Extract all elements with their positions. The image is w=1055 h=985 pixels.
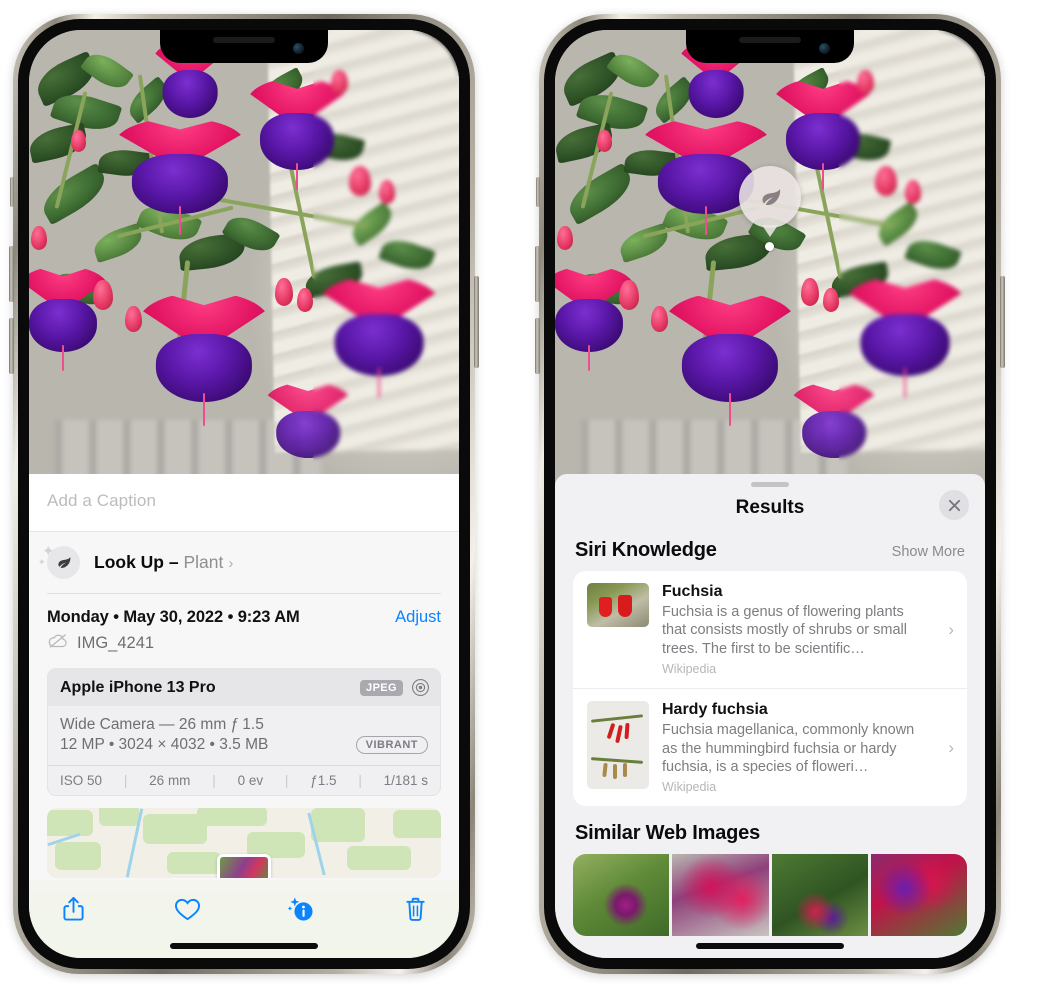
- list-item[interactable]: Fuchsia Fuchsia is a genus of flowering …: [573, 571, 967, 688]
- resolution-info: 12 MP • 3024 × 4032 • 3.5 MB: [60, 736, 269, 753]
- silent-switch[interactable]: [10, 177, 14, 207]
- earpiece-speaker: [213, 37, 275, 43]
- right-phone-bezel: Results Siri Knowledge Show More Fuchsia…: [544, 19, 996, 969]
- chevron-right-icon: ›: [948, 737, 954, 757]
- location-map-card[interactable]: [47, 808, 441, 878]
- front-camera-icon: [293, 43, 304, 54]
- knowledge-title: Hardy fuchsia: [662, 701, 768, 719]
- stat-separator: |: [284, 773, 289, 788]
- left-phone-screen: Add a Caption ✦ ✦ Look Up – Plant › Mond…: [29, 30, 459, 958]
- leaf-icon: [762, 189, 781, 206]
- exif-card: Apple iPhone 13 Pro JPEG Wide Camera — 2…: [47, 668, 441, 796]
- notch: [160, 30, 328, 63]
- close-icon[interactable]: [939, 490, 969, 520]
- capture-date-row: Monday • May 30, 2022 • 9:23 AM Adjust: [29, 594, 459, 627]
- siri-knowledge-header: Siri Knowledge Show More: [555, 531, 985, 571]
- sparkle-small-icon: ✦: [38, 557, 46, 567]
- file-row: IMG_4241: [29, 627, 459, 666]
- home-indicator[interactable]: [170, 943, 318, 949]
- share-icon[interactable]: [59, 894, 87, 924]
- volume-down-button[interactable]: [9, 318, 14, 374]
- exif-body: Wide Camera — 26 mm ƒ 1.5 12 MP • 3024 ×…: [48, 706, 440, 765]
- power-button[interactable]: [474, 276, 479, 368]
- exif-stats-row: ISO 50 | 26 mm | 0 ev | ƒ1.5 | 1/181 s: [48, 765, 440, 795]
- trash-icon[interactable]: [401, 894, 429, 924]
- volume-up-button[interactable]: [535, 246, 540, 302]
- map-photo-marker: [217, 854, 271, 878]
- adjust-button[interactable]: Adjust: [395, 608, 441, 627]
- right-phone-screen: Results Siri Knowledge Show More Fuchsia…: [555, 30, 985, 958]
- knowledge-description: Fuchsia magellanica, commonly known as t…: [662, 722, 915, 776]
- right-phone-device: Results Siri Knowledge Show More Fuchsia…: [535, 14, 1005, 974]
- knowledge-thumbnail: [587, 701, 649, 790]
- knowledge-source: Wikipedia: [662, 780, 717, 795]
- exif-stat-shutter: 1/181 s: [383, 773, 428, 788]
- knowledge-title: Fuchsia: [662, 583, 723, 600]
- stat-separator: |: [212, 773, 216, 788]
- stat-separator: |: [358, 773, 362, 788]
- icloud-slash-icon: [47, 633, 69, 654]
- caption-row[interactable]: Add a Caption: [29, 474, 459, 532]
- look-up-title: Look Up –: [94, 552, 184, 572]
- show-more-button[interactable]: Show More: [892, 544, 965, 560]
- web-image-thumbnail[interactable]: [771, 854, 868, 937]
- knowledge-thumbnail: [587, 583, 649, 627]
- web-image-thumbnail[interactable]: [573, 854, 670, 937]
- home-indicator[interactable]: [696, 943, 844, 949]
- front-camera-icon: [819, 43, 830, 54]
- notch: [686, 30, 854, 63]
- heart-icon[interactable]: [173, 894, 201, 924]
- exif-stat-iso: ISO 50: [60, 773, 103, 788]
- stat-separator: |: [123, 773, 128, 788]
- visual-lookup-results-sheet: Results Siri Knowledge Show More Fuchsia…: [555, 474, 985, 958]
- knowledge-description: Fuchsia is a genus of flowering plants t…: [662, 604, 907, 657]
- aperture-icon: [411, 678, 430, 697]
- web-image-thumbnail[interactable]: [672, 854, 769, 937]
- camera-device-name: Apple iPhone 13 Pro: [60, 678, 216, 696]
- look-up-label: Look Up – Plant ›: [94, 552, 233, 573]
- web-image-thumbnail[interactable]: [870, 854, 967, 937]
- visual-lookup-leaf-badge[interactable]: [739, 166, 801, 228]
- section-title: Siri Knowledge: [575, 539, 717, 561]
- left-phone-bezel: Add a Caption ✦ ✦ Look Up – Plant › Mond…: [18, 19, 470, 969]
- exif-stat-exposure: 0 ev: [237, 773, 264, 788]
- photo-info-sheet: Add a Caption ✦ ✦ Look Up – Plant › Mond…: [29, 474, 459, 958]
- silent-switch[interactable]: [536, 177, 540, 207]
- list-item[interactable]: Hardy fuchsia Fuchsia magellanica, commo…: [573, 688, 967, 806]
- info-sparkle-icon[interactable]: [287, 894, 315, 924]
- file-name: IMG_4241: [77, 634, 155, 652]
- exif-stat-focal: 26 mm: [149, 773, 191, 788]
- knowledge-cards-list: Fuchsia Fuchsia is a genus of flowering …: [573, 571, 967, 807]
- look-up-subject: Plant: [183, 552, 224, 572]
- similar-web-images-header: Similar Web Images: [555, 806, 985, 854]
- earpiece-speaker: [739, 37, 801, 43]
- power-button[interactable]: [1000, 276, 1005, 368]
- left-phone-device: Add a Caption ✦ ✦ Look Up – Plant › Mond…: [9, 14, 479, 974]
- results-title: Results: [735, 497, 805, 518]
- results-header: Results: [555, 487, 985, 531]
- knowledge-source: Wikipedia: [662, 662, 717, 677]
- lens-info: Wide Camera — 26 mm ƒ 1.5: [60, 716, 264, 733]
- similar-web-images-row: [573, 854, 967, 937]
- look-up-row[interactable]: ✦ ✦ Look Up – Plant ›: [29, 532, 459, 593]
- volume-down-button[interactable]: [535, 318, 540, 374]
- exif-header: Apple iPhone 13 Pro JPEG: [48, 669, 440, 706]
- chevron-right-icon: ›: [948, 619, 954, 639]
- visual-lookup-anchor-dot: [765, 242, 774, 251]
- section-title: Similar Web Images: [575, 822, 760, 845]
- exif-stat-aperture: ƒ1.5: [310, 773, 337, 788]
- chevron-right-icon: ›: [228, 555, 234, 572]
- photographic-style-badge: VIBRANT: [355, 736, 428, 754]
- capture-date: Monday • May 30, 2022 • 9:23 AM: [47, 608, 300, 626]
- format-badge: JPEG: [360, 679, 403, 696]
- volume-up-button[interactable]: [9, 246, 14, 302]
- screenshot-stage: Add a Caption ✦ ✦ Look Up – Plant › Mond…: [0, 0, 1055, 985]
- caption-input[interactable]: Add a Caption: [47, 491, 441, 511]
